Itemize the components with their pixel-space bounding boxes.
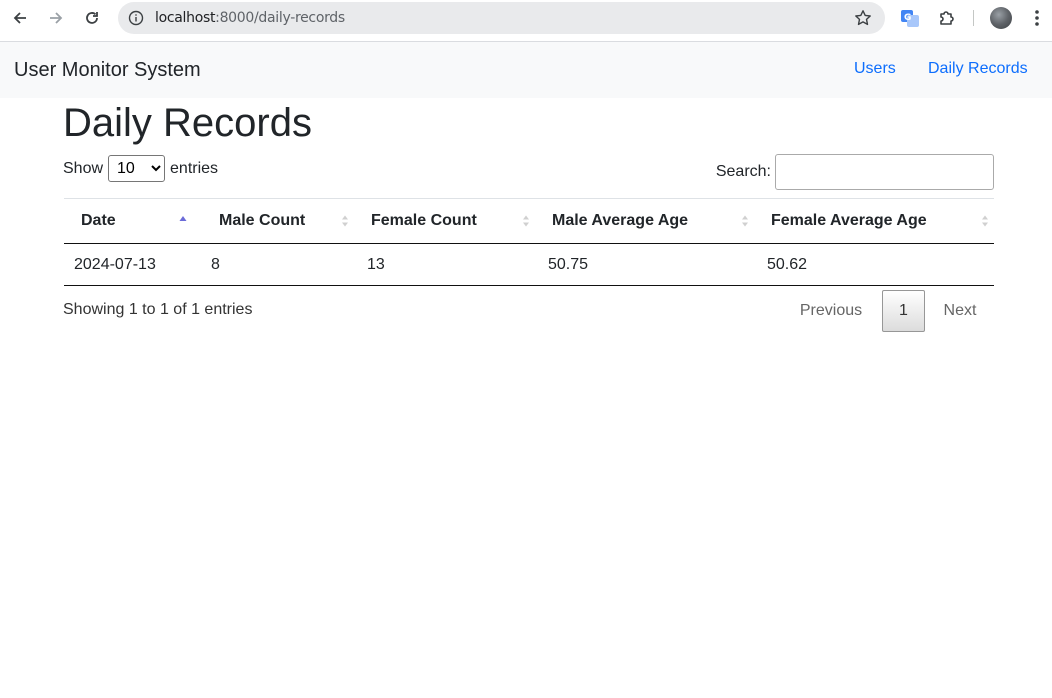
pagination-page-button[interactable]: 1 — [882, 290, 925, 332]
table-header-row: Date Male Count Female Count Male Averag… — [64, 198, 994, 244]
svg-text:G: G — [904, 13, 911, 23]
cell-male-count: 8 — [211, 255, 220, 273]
url-path: :8000/daily-records — [215, 10, 345, 26]
column-header-label: Female Average Age — [771, 212, 927, 229]
entries-per-page-select[interactable]: 10 — [108, 155, 166, 182]
page-title: Daily Records — [63, 101, 312, 145]
column-header-label: Date — [81, 212, 116, 229]
sort-both-icon — [982, 215, 988, 227]
entries-label: entries — [170, 159, 219, 177]
toolbar-divider — [973, 10, 974, 26]
bookmark-star-icon[interactable] — [853, 8, 873, 28]
column-header-date[interactable]: Date — [64, 199, 201, 244]
reload-icon — [86, 12, 98, 24]
table-info: Showing 1 to 1 of 1 entries — [63, 301, 253, 318]
pagination-next-button[interactable]: Next — [931, 290, 989, 332]
forward-button[interactable] — [42, 6, 70, 30]
cell-male-average-age: 50.75 — [548, 255, 589, 273]
column-header-male-average-age[interactable]: Male Average Age — [538, 199, 757, 244]
search-label: Search: — [715, 163, 771, 180]
translate-extension-icon[interactable]: G — [898, 6, 922, 30]
puzzle-extensions-icon[interactable] — [935, 6, 959, 30]
column-header-label: Male Average Age — [552, 212, 689, 229]
nav-link-daily-records[interactable]: Daily Records — [928, 60, 1028, 78]
navbar-brand[interactable]: User Monitor System — [14, 59, 201, 82]
column-header-male-count[interactable]: Male Count — [201, 199, 357, 244]
sort-both-icon — [342, 215, 348, 227]
column-header-female-count[interactable]: Female Count — [357, 199, 538, 244]
url-host: localhost — [155, 10, 216, 26]
column-header-label: Male Count — [219, 212, 306, 229]
cell-date: 2024-07-13 — [74, 255, 156, 273]
address-bar[interactable]: localhost:8000/daily-records — [118, 2, 885, 34]
app-navbar: User Monitor System Users Daily Records — [0, 42, 1052, 98]
daily-records-table: Date Male Count Female Count Male Averag… — [64, 198, 994, 286]
entries-length-control: Show 10 entries — [63, 155, 218, 182]
cell-female-count: 13 — [367, 255, 385, 273]
column-header-label: Female Count — [371, 212, 477, 229]
table-search: Search: — [716, 154, 994, 190]
browser-toolbar: localhost:8000/daily-records G — [0, 0, 1052, 42]
kebab-menu-icon[interactable] — [1025, 6, 1049, 30]
search-input[interactable] — [775, 154, 994, 190]
reload-button[interactable] — [78, 6, 106, 30]
profile-avatar[interactable] — [990, 7, 1012, 29]
site-info-icon[interactable] — [126, 8, 146, 28]
pagination-previous-button[interactable]: Previous — [788, 290, 874, 332]
url-text: localhost:8000/daily-records — [155, 10, 345, 26]
arrow-right-icon — [50, 12, 63, 24]
column-header-female-average-age[interactable]: Female Average Age — [757, 199, 994, 244]
sort-both-icon — [523, 215, 529, 227]
arrow-left-icon — [13, 12, 26, 24]
sort-both-icon — [742, 215, 748, 227]
back-button[interactable] — [6, 6, 34, 30]
cell-female-average-age: 50.62 — [767, 255, 808, 273]
show-label: Show — [63, 159, 104, 177]
table-row: 2024-07-13 8 13 50.75 50.62 — [64, 244, 994, 286]
sort-ascending-icon — [179, 216, 187, 221]
nav-link-users[interactable]: Users — [854, 60, 896, 78]
